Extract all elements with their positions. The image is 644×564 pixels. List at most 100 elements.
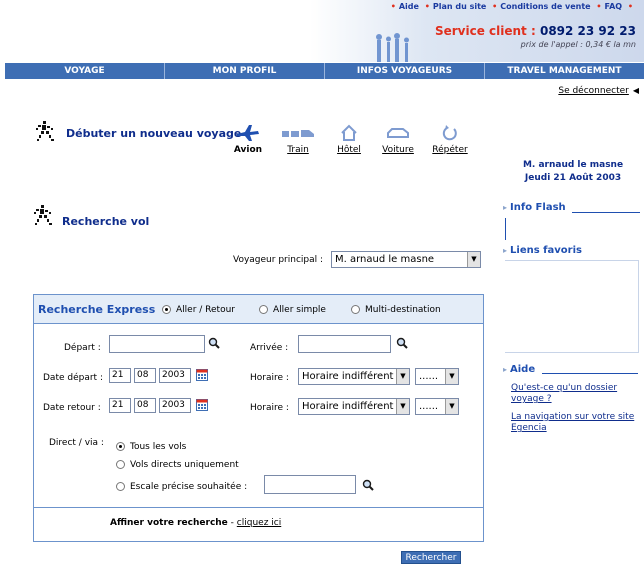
service-number: 0892 23 92 23 <box>539 24 636 38</box>
radio-icon <box>259 305 268 314</box>
radio-icon <box>351 305 360 314</box>
top-links: • Aide • Plan du site • Conditions de vente… <box>390 2 633 11</box>
aide-heading: ▸ Aide <box>503 364 536 375</box>
mode-hotel-label: Hôtel <box>337 145 361 155</box>
direct-option-directs-label: Vols directs uniquement <box>130 460 239 470</box>
top-link-aide[interactable]: Aide <box>399 2 419 11</box>
service-label: Service client : <box>434 24 536 38</box>
direct-via-label: Direct / via : <box>49 438 104 448</box>
date-retour-month[interactable]: 08 <box>134 398 156 413</box>
affiner-row: Affiner votre recherche - cliquez ici <box>110 518 281 528</box>
nav-item-mon-profil[interactable]: MON PROFIL <box>165 63 325 79</box>
calendar-icon[interactable] <box>196 369 208 381</box>
horaire-depart-label: Horaire : <box>250 373 289 383</box>
date-depart-year[interactable]: 2003 <box>159 368 191 383</box>
escale-input[interactable] <box>264 475 356 494</box>
depart-label: Départ : <box>64 343 101 353</box>
direct-option-escale-label: Escale précise souhaitée : <box>130 482 248 492</box>
liens-favoris-panel <box>505 260 639 353</box>
mode-repeter[interactable]: Répéter <box>428 123 472 155</box>
chevron-down-icon: ▼ <box>467 252 480 267</box>
aide-label: Aide <box>510 364 536 375</box>
logout-label: Se déconnecter <box>558 86 629 96</box>
chevron-down-icon: ▼ <box>396 399 409 414</box>
liens-favoris-label: Liens favoris <box>510 245 582 256</box>
horaire-depart-value: Horaire indifférent <box>302 371 394 382</box>
time-depart-value: ...... <box>419 371 439 382</box>
depart-input[interactable] <box>109 335 205 353</box>
horaire-retour-label: Horaire : <box>250 403 289 413</box>
date-depart-label: Date départ : <box>43 373 103 383</box>
mode-hotel[interactable]: Hôtel <box>327 123 371 155</box>
hotel-icon <box>341 124 357 141</box>
trip-type-aller-simple-label: Aller simple <box>273 305 326 315</box>
chevron-down-icon: ▼ <box>445 399 458 414</box>
service-client: Service client : 0892 23 92 23 <box>435 24 636 38</box>
logout-link[interactable]: Se déconnecter ◀ <box>558 86 639 96</box>
date-depart-day[interactable]: 21 <box>109 368 131 383</box>
top-link-conditions[interactable]: Conditions de vente <box>500 2 590 11</box>
affiner-label: Affiner votre recherche <box>110 518 228 528</box>
car-icon <box>387 128 409 138</box>
mode-voiture-label: Voiture <box>382 145 414 155</box>
date-retour-year[interactable]: 2003 <box>159 398 191 413</box>
voyageur-label: Voyageur principal : <box>233 255 324 265</box>
plane-icon <box>237 125 259 141</box>
trip-type-aller-retour-label: Aller / Retour <box>176 305 235 315</box>
current-date: Jeudi 21 Août 2003 <box>524 173 622 183</box>
chevron-down-icon: ▼ <box>445 369 458 384</box>
nav-item-voyage[interactable]: VOYAGE <box>5 63 165 79</box>
mode-avion[interactable]: Avion <box>226 123 270 155</box>
search-icon[interactable] <box>208 337 220 349</box>
voyageur-value: M. arnaud le masne <box>335 254 435 265</box>
recherche-express-title: Recherche Express <box>38 303 156 316</box>
service-price-note: prix de l'appel : 0,34 € la mn <box>520 40 636 49</box>
direct-option-tous-label: Tous les vols <box>130 442 187 452</box>
nav-item-travel-management[interactable]: TRAVEL MANAGEMENT <box>485 63 644 79</box>
horaire-depart-select[interactable]: Horaire indifférent ▼ <box>298 368 410 385</box>
direct-option-tous[interactable]: Tous les vols <box>116 442 186 452</box>
rechercher-button[interactable]: Rechercher <box>401 551 461 564</box>
top-link-plan-du-site[interactable]: Plan du site <box>433 2 486 11</box>
user-info: M. arnaud le masne Jeudi 21 Août 2003 <box>513 159 633 185</box>
recherche-express-box <box>33 294 484 542</box>
direct-option-directs[interactable]: Vols directs uniquement <box>116 460 239 470</box>
trip-type-aller-simple[interactable]: Aller simple <box>259 305 326 315</box>
info-flash-bar <box>505 218 506 240</box>
mode-repeter-label: Répéter <box>432 145 468 155</box>
radio-icon <box>116 482 125 491</box>
calendar-icon[interactable] <box>196 399 208 411</box>
trip-type-multi[interactable]: Multi-destination <box>351 305 441 315</box>
radio-icon <box>116 442 125 451</box>
horaire-retour-select[interactable]: Horaire indifférent ▼ <box>298 398 410 415</box>
search-icon[interactable] <box>396 337 408 349</box>
mode-avion-label: Avion <box>233 145 263 155</box>
voyageur-select[interactable]: M. arnaud le masne ▼ <box>331 251 481 268</box>
affiner-link[interactable]: cliquez ici <box>237 518 281 528</box>
chevron-down-icon: ▼ <box>396 369 409 384</box>
arrivee-input[interactable] <box>298 335 391 353</box>
mode-train[interactable]: Train <box>276 123 320 155</box>
repeat-icon <box>442 125 457 141</box>
aide-link-dossier[interactable]: Qu'est-ce qu'un dossier voyage ? <box>511 383 639 405</box>
nav-item-infos-voyageurs[interactable]: INFOS VOYAGEURS <box>325 63 485 79</box>
time-depart-select[interactable]: ...... ▼ <box>415 368 459 385</box>
affiner-separator: - <box>230 518 234 528</box>
direct-option-escale[interactable]: Escale précise souhaitée : <box>116 482 247 492</box>
top-link-faq[interactable]: FAQ <box>605 2 623 11</box>
info-flash-label: Info Flash <box>510 202 566 213</box>
search-icon[interactable] <box>362 479 374 491</box>
date-depart-month[interactable]: 08 <box>134 368 156 383</box>
train-icon <box>282 130 314 137</box>
header-figures-graphic <box>376 33 409 62</box>
radio-icon <box>162 305 171 314</box>
aide-link-navigation[interactable]: La navigation sur votre site Egencia <box>511 412 639 434</box>
trip-type-aller-retour[interactable]: Aller / Retour <box>162 305 235 315</box>
mode-voiture[interactable]: Voiture <box>376 123 420 155</box>
date-retour-label: Date retour : <box>43 403 101 413</box>
user-name: M. arnaud le masne <box>522 160 624 170</box>
time-retour-select[interactable]: ...... ▼ <box>415 398 459 415</box>
new-trip-title: Débuter un nouveau voyage <box>66 127 242 140</box>
date-retour-day[interactable]: 21 <box>109 398 131 413</box>
horaire-retour-value: Horaire indifférent <box>302 401 394 412</box>
